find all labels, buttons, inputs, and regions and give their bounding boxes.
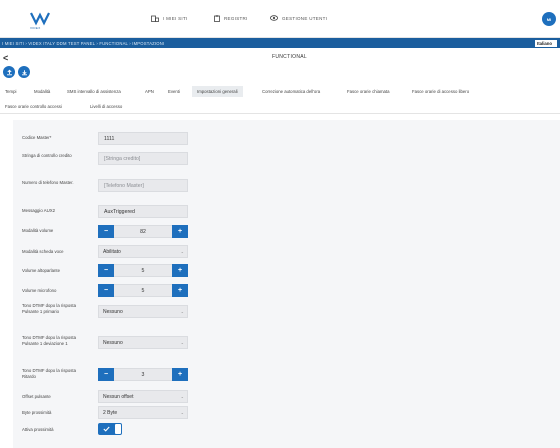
building-icon <box>151 15 159 22</box>
numero-master-input[interactable]: [Telefono Master] <box>98 179 188 192</box>
stringa-credito-label: Stringa di controllo credito <box>22 153 72 158</box>
upload-icon <box>6 69 12 75</box>
attiva-prossimita-label: Attiva prossimità <box>22 427 54 432</box>
tab-sms-intervallo[interactable]: SMS intervallo di assistenza <box>67 89 121 94</box>
breadcrumb-bar: I MIEI SITI › VIDEX ITALY DDM TEST PANEL… <box>0 38 560 48</box>
offset-pulsante-select[interactable]: Nessun offset ⌄ <box>98 390 188 403</box>
scheda-voce-label: Modalità scheda voce <box>22 249 64 254</box>
eye-icon <box>270 15 278 21</box>
numero-master-label: Numero di telefono Master. <box>22 180 74 185</box>
stringa-credito-input[interactable]: [Stringa credito] <box>98 152 188 165</box>
back-button[interactable]: < <box>3 53 8 63</box>
download-icon <box>21 69 27 75</box>
nav-logs-label: REGISTRI <box>224 16 248 21</box>
tab-modalita[interactable]: Modalità <box>34 89 50 94</box>
tono-ritardo-value[interactable]: 3 <box>115 369 171 380</box>
page-title: FUNCTIONAL <box>272 54 307 60</box>
volume-altoparlante-stepper: − 5 + <box>98 264 188 277</box>
byte-prossimita-value: 2 Byte <box>103 409 118 416</box>
modalita-volume-label: Modalità volume <box>22 228 54 233</box>
offset-pulsante-label: Offset pulsante <box>22 394 51 399</box>
decrement-button[interactable]: − <box>98 225 114 238</box>
increment-button[interactable]: + <box>172 284 188 297</box>
messaggio-aux2-label: Messaggio AUX2 <box>22 208 55 213</box>
toggle-knob <box>115 424 121 434</box>
codice-master-input[interactable]: 1111 <box>98 132 188 145</box>
decrement-button[interactable]: − <box>98 284 114 297</box>
increment-button[interactable]: + <box>172 225 188 238</box>
increment-button[interactable]: + <box>172 264 188 277</box>
tono-deviazione-label: Tono DTMF dopo la risposta Pulsante 1 de… <box>22 335 76 346</box>
byte-prossimita-label: Byte prossimità <box>22 410 52 415</box>
nav-user-management[interactable]: GESTIONE UTENTI <box>270 15 327 21</box>
nav-my-sites[interactable]: I MIEI SITI <box>151 15 188 22</box>
messaggio-aux2-input[interactable]: AuxTriggered <box>98 205 188 218</box>
decrement-button[interactable]: − <box>98 264 114 277</box>
tono-deviazione-value: Nessuno <box>103 339 123 346</box>
checkmark-icon <box>103 426 110 432</box>
modalita-volume-value[interactable]: 82 <box>115 226 171 237</box>
tab-fasce-controllo-accessi[interactable]: Fasce orarie controllo accessi <box>5 104 62 109</box>
clipboard-icon <box>214 15 220 22</box>
language-select[interactable]: Italiano <box>535 39 557 47</box>
decrement-button[interactable]: − <box>98 368 114 381</box>
offset-pulsante-value: Nessun offset <box>103 393 134 400</box>
increment-button[interactable]: + <box>172 368 188 381</box>
tab-fasce-accesso-libero[interactable]: Fasce orarie di accesso libero <box>412 89 469 94</box>
tab-tempi[interactable]: Tempi <box>5 89 16 94</box>
volume-altoparlante-label: Volume altoparlante <box>22 268 60 273</box>
chevron-down-icon: ⌄ <box>180 394 184 399</box>
scheda-voce-select[interactable]: Abilitato ⌄ <box>98 245 188 258</box>
videx-logo[interactable] <box>30 10 50 26</box>
settings-form-panel <box>13 120 560 448</box>
chevron-down-icon: ⌄ <box>180 410 184 415</box>
nav-logs[interactable]: REGISTRI <box>214 15 248 22</box>
codice-master-label: Codice Master* <box>22 135 52 140</box>
tab-livelli-accesso[interactable]: Livelli di accesso <box>90 104 122 109</box>
chevron-down-icon: ⌄ <box>180 340 184 345</box>
chevron-down-icon: ⌄ <box>180 309 184 314</box>
scheda-voce-value: Abilitato <box>103 248 121 255</box>
tono-deviazione-select[interactable]: Nessuno ⌄ <box>98 336 188 349</box>
settings-tabs: Tempi Modalità SMS intervallo di assiste… <box>0 84 560 114</box>
tono-primario-select[interactable]: Nessuno ⌄ <box>98 305 188 318</box>
volume-microfono-value[interactable]: 5 <box>115 285 171 296</box>
upload-button[interactable] <box>3 66 15 78</box>
volume-microfono-label: Volume microfono <box>22 288 57 293</box>
nav-my-sites-label: I MIEI SITI <box>163 16 188 21</box>
logo-label: VIDEX <box>30 26 41 30</box>
tono-primario-label: Tono DTMF dopo la risposta Pulsante 1 pr… <box>22 303 76 314</box>
tab-apn[interactable]: APN <box>145 89 154 94</box>
tono-ritardo-stepper: − 3 + <box>98 368 188 381</box>
volume-altoparlante-value[interactable]: 5 <box>115 265 171 276</box>
tab-impostazioni-generali[interactable]: Impostazioni generali <box>192 86 243 97</box>
tab-fasce-chiamata[interactable]: Fasce orarie chiamata <box>347 89 390 94</box>
attiva-prossimita-toggle[interactable] <box>98 423 122 435</box>
volume-microfono-stepper: − 5 + <box>98 284 188 297</box>
tono-ritardo-label: Tono DTMF dopo la risposta Ritardo <box>22 368 76 379</box>
byte-prossimita-select[interactable]: 2 Byte ⌄ <box>98 406 188 419</box>
download-button[interactable] <box>18 66 30 78</box>
modalita-volume-stepper: − 82 + <box>98 225 188 238</box>
breadcrumb[interactable]: I MIEI SITI › VIDEX ITALY DDM TEST PANEL… <box>2 41 164 46</box>
tab-eventi[interactable]: Eventi <box>168 89 180 94</box>
top-navbar: VIDEX I MIEI SITI REGISTRI GESTIONE UTEN… <box>0 0 560 38</box>
chevron-down-icon: ⌄ <box>180 249 184 254</box>
user-avatar[interactable]: MI <box>542 12 556 26</box>
tab-correzione-ora[interactable]: Correzione automatica dell'ora <box>262 89 320 94</box>
nav-user-management-label: GESTIONE UTENTI <box>282 15 328 21</box>
tono-primario-value: Nessuno <box>103 308 123 315</box>
